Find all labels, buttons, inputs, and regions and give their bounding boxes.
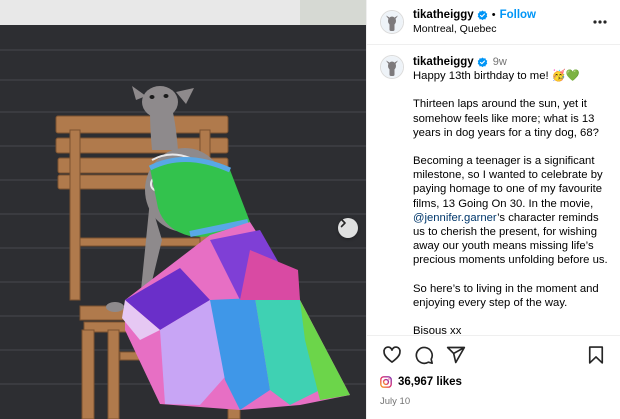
post-date[interactable]: July 10 [380,396,608,407]
post-photo[interactable] [0,0,366,419]
caption-username[interactable]: tikatheiggy [413,55,474,69]
share-button[interactable] [444,343,468,367]
post-side-panel: tikatheiggy • Follow Montreal, Quebec ti… [366,0,620,419]
comment-icon [415,346,433,365]
save-button[interactable] [584,343,608,367]
like-button[interactable] [380,343,404,367]
post-header: tikatheiggy • Follow Montreal, Quebec [367,0,620,45]
likes-count[interactable]: 36,967 likes [380,374,608,390]
separator-dot: • [491,8,496,21]
more-options-icon [593,20,607,24]
photo-illustration [0,0,366,419]
caption-avatar[interactable] [380,55,404,79]
caption-paragraph-4: Bisous xx [413,325,462,335]
caption-paragraph-2: Becoming a teenager is a significant mil… [413,154,609,268]
post-actions: 36,967 likes July 10 [367,335,620,419]
follow-button[interactable]: Follow [500,8,536,22]
likes-label: 36,967 likes [398,376,462,388]
post-time-ago[interactable]: 9w [493,55,507,69]
mention-link[interactable]: @jennifer.garner [413,212,497,224]
next-photo-button[interactable] [338,218,358,238]
avatar-dog-icon [381,56,403,78]
share-icon [446,346,466,364]
caption-line-1: Happy 13th birthday to me! 🥳💚 [413,70,580,83]
caption-paragraph-1: Thirteen laps around the sun, yet it som… [413,98,599,139]
caption-paragraph-3: So here’s to living in the moment and en… [413,282,599,309]
instagram-logo-icon [380,376,392,388]
header-username[interactable]: tikatheiggy [413,8,474,22]
avatar-dog-icon [381,11,403,33]
location-link[interactable]: Montreal, Quebec [413,23,590,36]
chevron-right-icon [340,218,346,228]
comment-button[interactable] [412,343,436,367]
avatar[interactable] [380,10,404,34]
caption-paragraph-2-start: Becoming a teenager is a significant mil… [413,155,603,210]
header-text: tikatheiggy • Follow Montreal, Quebec [413,8,590,36]
caption-area: tikatheiggy 9w Happy 13th birthday to me… [367,45,620,335]
heart-icon [383,346,401,363]
more-options-button[interactable] [590,12,610,32]
verified-badge-icon [477,10,488,21]
verified-badge-icon [477,57,488,68]
bookmark-icon [588,346,604,364]
action-icons-row [380,336,608,374]
caption-body: tikatheiggy 9w Happy 13th birthday to me… [413,55,609,335]
